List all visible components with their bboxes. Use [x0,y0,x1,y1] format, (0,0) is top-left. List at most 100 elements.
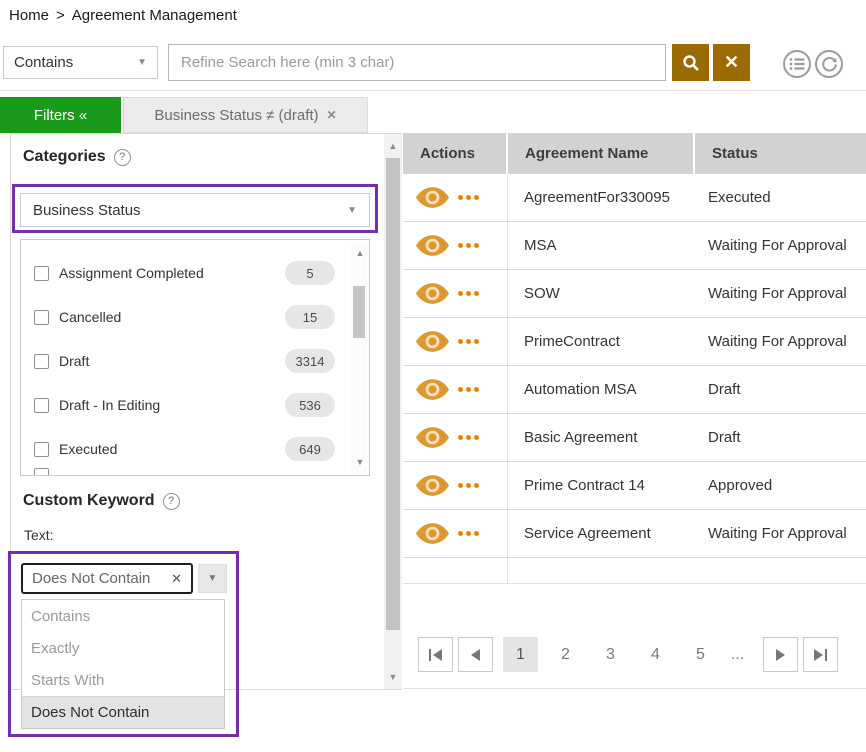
view-icon[interactable] [416,427,449,448]
facet-checkbox[interactable] [34,310,49,325]
filters-panel-scrollbar[interactable]: ▲ ▼ [384,134,402,689]
keyword-operator-options: Contains Exactly Starts With Does Not Co… [21,599,225,729]
more-actions-icon[interactable] [458,531,479,536]
agreement-name-cell[interactable]: SOW [507,270,693,317]
dropdown-option-label: Does Not Contain [31,704,149,721]
facet-checkbox[interactable] [34,398,49,413]
table-row: MSA Waiting For Approval [403,222,866,270]
column-header-actions[interactable]: Actions [403,133,506,174]
agreement-name-cell[interactable]: Prime Contract 14 [507,462,693,509]
page-number-button[interactable]: 2 [548,637,583,672]
page-button-current[interactable]: 1 [503,637,538,672]
facet-scrollbar-thumb[interactable] [353,286,365,338]
facet-label: Draft - In Editing [59,397,160,413]
view-icon[interactable] [416,379,449,400]
table-row: AgreementFor330095 Executed [403,174,866,222]
search-input[interactable] [168,44,666,81]
status-cell: Approved [693,477,866,494]
page-number-button[interactable]: 4 [638,637,673,672]
dropdown-option[interactable]: Does Not Contain [22,696,224,728]
more-actions-icon[interactable] [458,387,479,392]
facet-checkbox-partial[interactable] [34,468,49,476]
page-ellipsis[interactable]: ... [720,637,755,672]
remove-filter-icon[interactable]: ✕ [327,108,337,122]
last-page-button[interactable] [803,637,838,672]
categories-help-icon[interactable]: ? [114,149,131,166]
view-icon[interactable] [416,283,449,304]
column-header-status[interactable]: Status [695,133,866,174]
next-page-icon [776,649,785,661]
facet-scrollbar[interactable]: ▲ ▼ [351,242,367,473]
scroll-up-icon[interactable]: ▲ [384,137,402,155]
view-icon[interactable] [416,331,449,352]
keyword-operator-combobox[interactable]: Does Not Contain ✕ [21,563,193,594]
active-filter-chip[interactable]: Business Status ≠ (draft) ✕ [123,97,368,133]
view-icon[interactable] [416,187,449,208]
refresh-icon[interactable] [815,50,843,78]
agreement-name-cell[interactable]: Service Agreement [507,510,693,557]
facet-label: Executed [59,441,117,457]
search-operator-select[interactable]: Contains ▼ [3,46,158,79]
facet-rows: Assignment Completed 5 Cancelled 15 Draf… [21,240,369,471]
search-button[interactable] [672,44,709,81]
clear-search-button[interactable]: ✕ [713,44,750,81]
table-row: Automation MSA Draft [403,366,866,414]
chevron-down-icon: ▼ [208,573,218,584]
custom-keyword-heading-label: Custom Keyword [23,492,155,510]
table-empty-row [403,558,866,584]
first-page-button[interactable] [418,637,453,672]
actions-cell [403,379,507,400]
table-row: Basic Agreement Draft [403,414,866,462]
dropdown-option[interactable]: Contains [22,600,224,632]
actions-cell [403,235,507,256]
table-row: Prime Contract 14 Approved [403,462,866,510]
categories-heading: Categories ? [23,148,131,166]
facet-checkbox[interactable] [34,442,49,457]
view-icon[interactable] [416,475,449,496]
more-actions-icon[interactable] [458,195,479,200]
table-row: SOW Waiting For Approval [403,270,866,318]
agreement-management-screen: Home > Agreement Management Contains ▼ ✕… [0,0,866,752]
agreement-name-cell[interactable]: PrimeContract [507,318,693,365]
facet-checkbox[interactable] [34,354,49,369]
page-number-button[interactable]: 5 [683,637,718,672]
agreement-name-cell[interactable]: AgreementFor330095 [507,174,693,221]
view-icon[interactable] [416,235,449,256]
status-cell: Waiting For Approval [693,333,866,350]
more-actions-icon[interactable] [458,483,479,488]
more-actions-icon[interactable] [458,291,479,296]
custom-keyword-help-icon[interactable]: ? [163,493,180,510]
agreement-name-cell[interactable]: MSA [507,222,693,269]
more-actions-icon[interactable] [458,339,479,344]
first-page-icon [429,649,442,661]
breadcrumb: Home > Agreement Management [9,7,237,24]
facet-label: Assignment Completed [59,265,204,281]
view-icon[interactable] [416,523,449,544]
next-page-button[interactable] [763,637,798,672]
agreement-name-cell[interactable]: Automation MSA [507,366,693,413]
filters-panel-scrollbar-thumb[interactable] [386,158,400,630]
saved-list-icon[interactable] [783,50,811,78]
facet-count-badge: 649 [285,437,335,461]
column-header-agreement-name[interactable]: Agreement Name [508,133,693,174]
facet-checkbox[interactable] [34,266,49,281]
breadcrumb-home[interactable]: Home [9,7,49,24]
chevron-down-icon: ▼ [347,205,357,216]
dropdown-option[interactable]: Starts With [22,664,224,696]
facet-count-badge: 3314 [285,349,335,373]
previous-page-button[interactable] [458,637,493,672]
clear-operator-icon[interactable]: ✕ [171,571,182,587]
previous-page-icon [471,649,480,661]
scroll-up-icon[interactable]: ▲ [351,244,369,262]
filters-toggle-button[interactable]: Filters « [0,97,121,133]
scroll-down-icon[interactable]: ▼ [384,668,402,686]
page-number-button[interactable]: 3 [593,637,628,672]
scroll-down-icon[interactable]: ▼ [351,453,369,471]
agreement-name-cell[interactable]: Basic Agreement [507,414,693,461]
more-actions-icon[interactable] [458,435,479,440]
dropdown-option[interactable]: Exactly [22,632,224,664]
keyword-operator-dropdown-button[interactable]: ▼ [198,564,227,593]
category-select[interactable]: Business Status ▼ [20,193,370,227]
more-actions-icon[interactable] [458,243,479,248]
status-cell: Draft [693,429,866,446]
